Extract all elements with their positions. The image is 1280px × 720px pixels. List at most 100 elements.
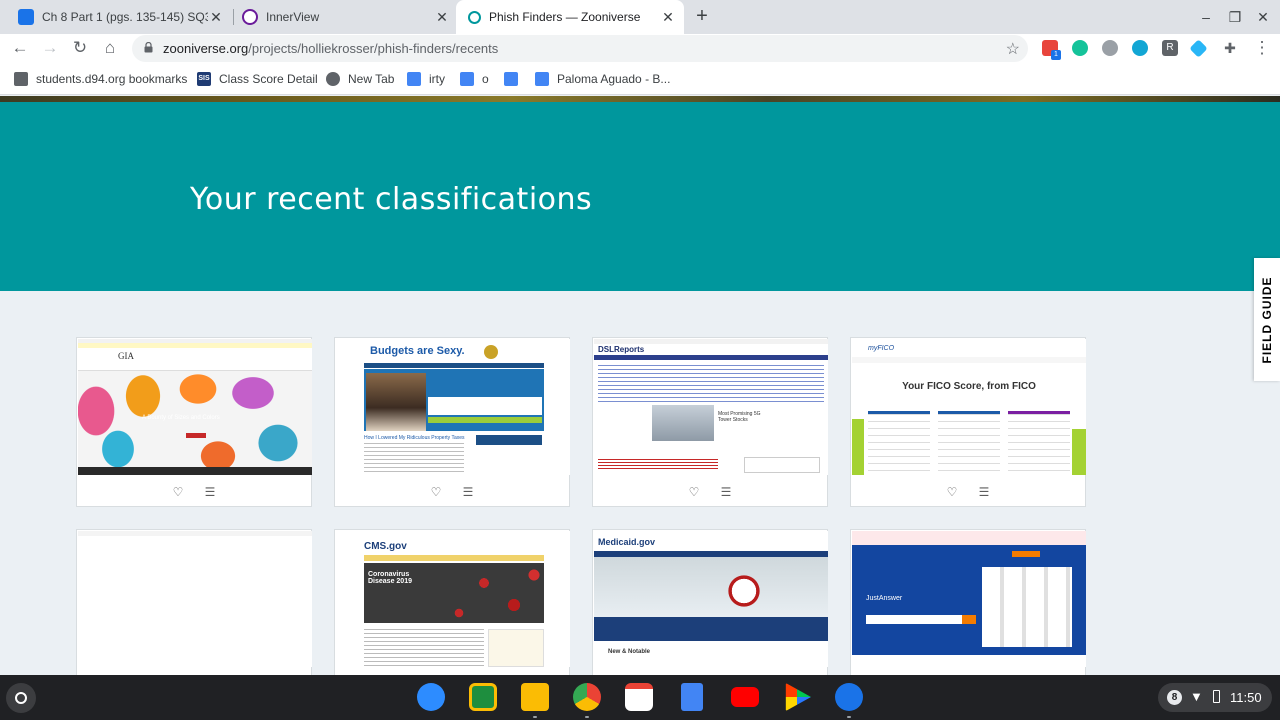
restore-icon[interactable]: ❐ xyxy=(1224,6,1246,28)
page-content: Your recent classifications GIA A Bounty… xyxy=(0,96,1280,675)
close-icon[interactable]: ✕ xyxy=(660,9,676,25)
clock: 11:50 xyxy=(1230,690,1262,705)
minimize-icon[interactable]: – xyxy=(1195,6,1217,28)
heart-icon[interactable]: ♡ xyxy=(169,483,187,501)
home-icon[interactable]: ⌂ xyxy=(98,36,122,60)
classification-thumbnail[interactable]: GIA A Bounty of Sizes and Colors xyxy=(78,339,312,475)
extension-r-icon[interactable]: R xyxy=(1162,40,1178,56)
app-running-indicator xyxy=(847,716,851,718)
docs-icon[interactable] xyxy=(681,683,703,711)
card-actions: ♡ ☰ xyxy=(77,478,311,506)
extensions-puzzle-icon[interactable]: ✚ xyxy=(1218,36,1242,60)
classification-thumbnail[interactable] xyxy=(78,531,312,667)
bookmark-item[interactable] xyxy=(504,71,526,87)
thumb-banner xyxy=(852,531,1086,545)
files-icon[interactable] xyxy=(835,683,863,711)
bookmarks-bar: students.d94.org bookmarks SIS Class Sco… xyxy=(0,63,1280,95)
classification-thumbnail[interactable]: JustAnswer xyxy=(852,531,1086,667)
tab-innerview[interactable]: InnerView ✕ xyxy=(234,0,456,34)
menu-kebab-icon[interactable]: ⋮ xyxy=(1250,36,1274,60)
docs-icon xyxy=(18,9,34,25)
classification-thumbnail[interactable]: myFICO Your FICO Score, from FICO xyxy=(852,339,1086,475)
classification-card[interactable] xyxy=(76,529,312,675)
list-icon[interactable]: ☰ xyxy=(459,483,477,501)
thumb-text-lines xyxy=(364,629,484,667)
thumb-header xyxy=(78,531,312,536)
docs-icon xyxy=(407,72,421,86)
bookmark-item[interactable]: Paloma Aguado - B... xyxy=(535,71,670,87)
youtube-icon[interactable] xyxy=(731,687,759,707)
thumb-cta xyxy=(1012,551,1040,557)
thumb-site-name: GIA xyxy=(118,351,134,361)
reload-icon[interactable]: ↻ xyxy=(68,36,92,60)
bookmark-label: students.d94.org bookmarks xyxy=(36,72,188,86)
classification-card[interactable]: Budgets are Sexy. How I Lowered My Ridic… xyxy=(334,337,570,507)
heart-icon[interactable]: ♡ xyxy=(427,483,445,501)
bookmark-item[interactable]: o xyxy=(460,71,489,87)
globe-icon xyxy=(326,72,340,86)
thumb-headline: Your FICO Score, from FICO xyxy=(902,381,1036,392)
extension-gray-icon[interactable] xyxy=(1102,40,1118,56)
zoom-icon[interactable] xyxy=(417,683,445,711)
bookmark-star-icon[interactable]: ☆ xyxy=(1006,39,1020,59)
bookmark-item[interactable]: students.d94.org bookmarks xyxy=(14,71,187,87)
classification-thumbnail[interactable]: Budgets are Sexy. How I Lowered My Ridic… xyxy=(336,339,570,475)
classification-card[interactable]: CMS.gov Coronavirus Disease 2019 xyxy=(334,529,570,675)
bookmark-item[interactable]: SIS Class Score Detail xyxy=(197,71,318,87)
bookmark-item[interactable]: irty xyxy=(407,71,445,87)
tab-docs[interactable]: Ch 8 Part 1 (pgs. 135-145) SQ3R ✕ xyxy=(8,0,230,34)
extension-diamond-icon[interactable] xyxy=(1189,39,1208,58)
close-icon[interactable]: ✕ xyxy=(434,9,450,25)
classification-thumbnail[interactable]: CMS.gov Coronavirus Disease 2019 xyxy=(336,531,570,667)
list-icon[interactable]: ☰ xyxy=(201,483,219,501)
field-guide-tab[interactable]: FIELD GUIDE xyxy=(1254,258,1280,381)
classification-card[interactable]: DSLReports Most Promising 5G Tower Stock… xyxy=(592,337,828,507)
thumb-footer xyxy=(852,655,1086,667)
thumb-site-name: myFICO xyxy=(868,345,895,352)
heart-icon[interactable]: ♡ xyxy=(685,483,703,501)
bookmark-item[interactable]: New Tab xyxy=(326,71,394,87)
grammarly-icon[interactable] xyxy=(1072,40,1088,56)
bookmark-label: New Tab xyxy=(348,72,395,86)
thumb-site-name: CMS.gov xyxy=(364,541,407,552)
new-tab-button[interactable]: + xyxy=(690,4,714,28)
close-window-icon[interactable]: ✕ xyxy=(1252,6,1274,28)
close-icon[interactable]: ✕ xyxy=(208,9,224,25)
classroom-icon[interactable] xyxy=(469,683,497,711)
classification-card[interactable]: Medicaid.gov New & Notable xyxy=(592,529,828,675)
zooniverse-icon xyxy=(468,10,481,24)
thumb-search-button xyxy=(962,615,976,624)
classification-card[interactable]: myFICO Your FICO Score, from FICO ♡ ☰ xyxy=(850,337,1086,507)
thumb-sidebar xyxy=(488,629,544,667)
gmail-icon[interactable] xyxy=(625,683,653,711)
classification-thumbnail[interactable]: DSLReports Most Promising 5G Tower Stock… xyxy=(594,339,828,475)
heart-icon[interactable]: ♡ xyxy=(943,483,961,501)
thumb-headline: Most Promising 5G Tower Stocks xyxy=(718,411,761,423)
url-path: /projects/holliekrosser/phish-finders/re… xyxy=(248,41,499,56)
forward-icon[interactable]: → xyxy=(38,36,62,60)
thumb-nav xyxy=(364,363,544,368)
extension-badge: 1 xyxy=(1051,50,1061,60)
chrome-icon[interactable] xyxy=(573,683,601,711)
classification-card[interactable]: GIA A Bounty of Sizes and Colors ♡ ☰ xyxy=(76,337,312,507)
list-icon[interactable]: ☰ xyxy=(717,483,735,501)
thumb-photo xyxy=(366,373,426,431)
play-store-icon[interactable] xyxy=(785,683,811,711)
launcher-icon[interactable] xyxy=(6,683,36,713)
address-bar[interactable]: zooniverse.org/projects/holliekrosser/ph… xyxy=(132,35,1028,62)
tab-zooniverse[interactable]: Phish Finders — Zooniverse ✕ xyxy=(456,0,684,34)
notification-count: 8 xyxy=(1167,690,1182,705)
docs-icon xyxy=(504,72,518,86)
folder-icon xyxy=(14,72,28,86)
list-icon[interactable]: ☰ xyxy=(975,483,993,501)
thumb-site-name: JustAnswer xyxy=(866,595,903,602)
classification-card[interactable]: JustAnswer xyxy=(850,529,1086,675)
thumb-cta xyxy=(186,433,206,438)
back-icon[interactable]: ← xyxy=(8,36,32,60)
classification-thumbnail[interactable]: Medicaid.gov New & Notable xyxy=(594,531,828,667)
slides-icon[interactable] xyxy=(521,683,549,711)
card-actions: ♡ ☰ xyxy=(335,478,569,506)
status-tray[interactable]: 8 ▼ 11:50 xyxy=(1158,683,1272,712)
extension-blue-icon[interactable] xyxy=(1132,40,1148,56)
url-text: zooniverse.org/projects/holliekrosser/ph… xyxy=(163,41,498,56)
